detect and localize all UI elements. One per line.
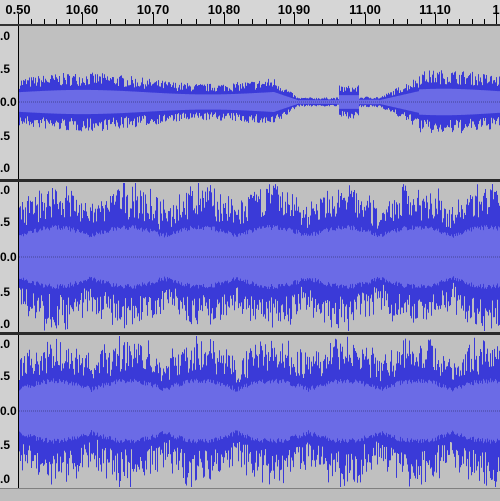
scale-label: .5	[0, 438, 11, 452]
ruler-major-tick	[82, 14, 83, 24]
scale-label: .0	[0, 317, 11, 331]
amplitude-scale: .0 .5 0.0 .5 .0	[0, 26, 19, 179]
scale-label: .5	[0, 215, 11, 229]
ruler-major-tick	[153, 14, 154, 24]
waveform[interactable]	[19, 26, 500, 179]
amplitude-scale: .0 .5 0.0 .5 .0	[0, 335, 19, 488]
ruler-major-tick	[365, 14, 366, 24]
scale-label: .0	[0, 472, 11, 486]
waveform[interactable]	[19, 335, 500, 488]
scale-label: .0	[0, 183, 11, 197]
track-3-right-channel[interactable]: .0 .5 0.0 .5 .0	[0, 335, 500, 488]
waveform-svg	[19, 183, 500, 331]
waveform-svg	[19, 70, 500, 134]
ruler-major-tick	[294, 14, 295, 24]
waveform-svg	[19, 336, 500, 487]
ruler-major-tick	[435, 14, 436, 24]
horizontal-scrollbar[interactable]	[0, 488, 500, 501]
audio-editor: 0.50 10.60 10.70 10.80 10.90 11.00 11.10…	[0, 0, 500, 501]
scale-label: .5	[0, 369, 11, 383]
scale-label: .5	[0, 62, 11, 76]
scale-label: 0.0	[0, 250, 17, 264]
scale-label: .5	[0, 285, 11, 299]
scale-label: 0.0	[0, 404, 17, 418]
ruler-major-tick	[224, 14, 225, 24]
scale-label: .0	[0, 161, 11, 175]
amplitude-scale: .0 .5 0.0 .5 .0	[0, 182, 19, 332]
scale-label: 0.0	[0, 95, 17, 109]
waveform[interactable]	[19, 182, 500, 332]
track-2-left-channel[interactable]: .0 .5 0.0 .5 .0	[0, 182, 500, 332]
track-1[interactable]: .0 .5 0.0 .5 .0	[0, 26, 500, 179]
scale-label: .0	[0, 337, 11, 351]
ruler-major-tick	[18, 14, 19, 24]
scale-label: .0	[0, 29, 11, 43]
ruler-major-tick	[496, 14, 497, 24]
timeline-ruler[interactable]: 0.50 10.60 10.70 10.80 10.90 11.00 11.10…	[0, 0, 500, 25]
scale-label: .5	[0, 129, 11, 143]
